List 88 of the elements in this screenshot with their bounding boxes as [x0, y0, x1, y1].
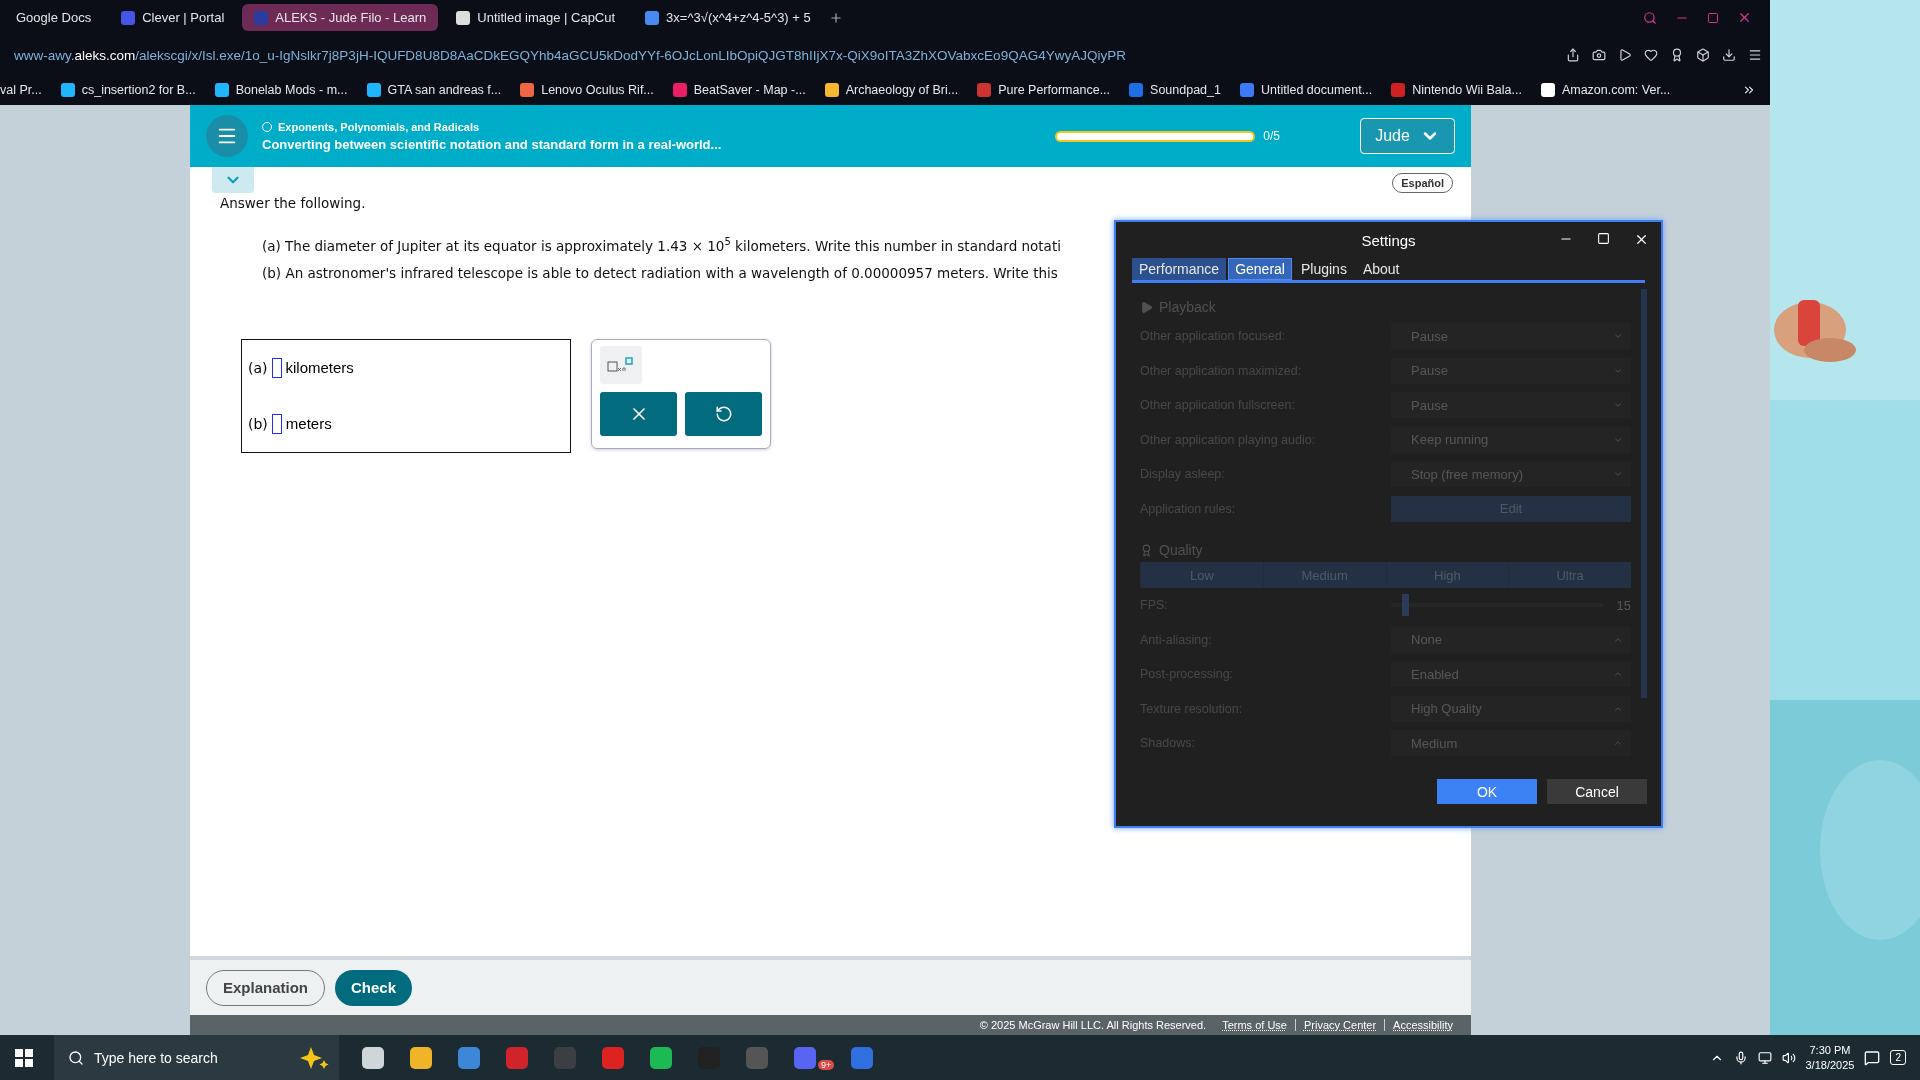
menu-button[interactable] [206, 115, 248, 157]
windows-logo-icon[interactable] [14, 1047, 34, 1068]
bookmark[interactable]: Nintendo Wii Bala... [1391, 83, 1522, 97]
more-bookmarks-icon[interactable] [1742, 83, 1756, 97]
bookmark[interactable]: Pure Performance... [977, 83, 1111, 97]
search-icon[interactable] [1643, 10, 1657, 25]
progress-reading: 0/5 [1263, 129, 1280, 143]
clear-button[interactable] [600, 391, 677, 436]
taskbar-search-field[interactable]: Type here to search [54, 1035, 339, 1080]
taskbar-app-icon[interactable] [410, 1046, 432, 1069]
bookmark[interactable]: BeatSaver - Map -... [672, 83, 806, 97]
bookmark-icon [824, 83, 839, 97]
network-icon[interactable] [1757, 1050, 1772, 1065]
part-label: (a) [248, 359, 268, 376]
camera-icon[interactable] [1592, 48, 1606, 62]
question-text: (a) The diameter of Jupiter at its equator is approximately 1.43 × 10$^{5}$ kilometers. Write this number in standard notati [262, 236, 1061, 254]
new-tab-icon[interactable] [828, 10, 843, 25]
browser-tab[interactable]: 3x=^3√(x^4+z^4-5^3) + 5 [633, 4, 823, 31]
scientific-notation-button[interactable] [600, 345, 642, 384]
clock-time: 7:30 PM [1808, 1042, 1852, 1058]
language-button[interactable]: Español [1392, 173, 1453, 193]
bookmark-icon [1540, 83, 1555, 97]
bookmark-icon [366, 83, 381, 97]
bookmark-icon [977, 83, 992, 97]
bookmark[interactable]: Soundpad_1 [1129, 83, 1221, 97]
play-icon [1140, 300, 1153, 314]
bookmark[interactable]: GTA san andreas f... [366, 83, 502, 97]
tab-icon [645, 10, 660, 25]
tab-icon [254, 10, 269, 25]
bookmark[interactable]: Bonelab Mods - m... [214, 83, 348, 97]
bookmark[interactable]: val Pr... [0, 83, 42, 97]
close-icon[interactable] [1634, 232, 1649, 247]
bookmark[interactable]: Archaeology of Bri... [824, 83, 959, 97]
browser-tab[interactable]: ALEKS - Jude Filo - Learn [242, 4, 439, 31]
menu-icon[interactable] [1748, 48, 1762, 62]
tab-icon [121, 10, 136, 25]
address-bar[interactable]: www-awy.aleks.com/alekscgi/x/Isl.exe/1o_u-IgNslkr7j8P3jH-IQUFD8U8D8AaCDkEGQYhb4aGCU5kDodYYf-6OJcLonLIbOpiQJGT8hIIjX7x-QiX9oITA3ZhXOVabxcEo9QAG4YwyAJQiyPR [14, 47, 1126, 63]
bookmark-icon [1129, 83, 1144, 97]
notification-count: 2 [1890, 1050, 1906, 1065]
bookmark-icon [60, 83, 75, 97]
browser-tab[interactable]: Google Docs [4, 4, 104, 31]
heart-icon[interactable] [1644, 48, 1658, 62]
bookmark[interactable]: Lenovo Oculus Rif... [520, 83, 654, 97]
unit-label: meters [285, 415, 332, 432]
answer-field[interactable] [271, 413, 282, 434]
topic-name: Exponents, Polynomials, and Radicals [278, 120, 480, 133]
explanation-button[interactable]: Explanation [206, 969, 325, 1006]
bookmark-icon [672, 83, 687, 97]
question-text: (b) An astronomer's infrared telescope is able to detect radiation with a wavelength of 0.00000957 meters. Write this [262, 264, 1058, 281]
share-icon[interactable] [1566, 48, 1580, 62]
notifications-icon[interactable] [1864, 1049, 1881, 1066]
footer-link[interactable]: Terms of Use [1214, 1019, 1287, 1031]
lesson-title: Converting between scientific notation and standard form in a real-world... [262, 136, 722, 152]
unit-label: kilometers [285, 359, 354, 376]
dialog-title: Settings [1361, 231, 1416, 249]
taskbar-app-icon[interactable] [362, 1046, 384, 1069]
play-icon[interactable] [1618, 48, 1632, 62]
bookmark[interactable]: cs_insertion2 for B... [60, 83, 196, 97]
taskbar-app-icon[interactable] [650, 1046, 672, 1069]
search-icon [68, 1049, 84, 1066]
bookmark-icon [1391, 83, 1406, 97]
medal-icon[interactable] [1670, 48, 1684, 62]
copyright: © 2025 McGraw Hill LLC. All Rights Reserved. [979, 1019, 1207, 1031]
footer-link[interactable]: Privacy Center [1294, 1019, 1377, 1031]
ribbon-icon [1140, 543, 1153, 557]
check-button[interactable]: Check [335, 969, 413, 1006]
sparkle-icon [299, 1045, 329, 1070]
download-icon[interactable] [1722, 48, 1736, 62]
volume-icon[interactable] [1781, 1050, 1796, 1065]
bookmark-icon [214, 83, 229, 97]
part-label: (b) [248, 415, 268, 432]
notification-badge: 9+ [818, 1059, 835, 1070]
cube-icon[interactable] [1696, 48, 1710, 62]
tab-icon [456, 10, 471, 25]
undo-button[interactable] [685, 391, 762, 436]
browser-tab[interactable]: Untitled image | CapCut [444, 4, 628, 31]
microphone-icon[interactable] [1733, 1050, 1748, 1065]
footer-link[interactable]: Accessibility [1384, 1019, 1453, 1031]
answer-field[interactable] [271, 357, 282, 378]
bookmark-icon [1239, 83, 1254, 97]
bookmark-icon [520, 83, 535, 97]
browser-tab[interactable]: Clever | Portal [109, 4, 237, 31]
exponent-template-icon [607, 356, 635, 373]
clock-date: 3/18/2025 [1805, 1057, 1855, 1073]
bookmark[interactable]: Amazon.com: Ver... [1540, 83, 1671, 97]
instructions: Answer the following. [220, 195, 366, 211]
undo-icon [714, 404, 733, 423]
bookmark[interactable]: Untitled document... [1239, 83, 1373, 97]
